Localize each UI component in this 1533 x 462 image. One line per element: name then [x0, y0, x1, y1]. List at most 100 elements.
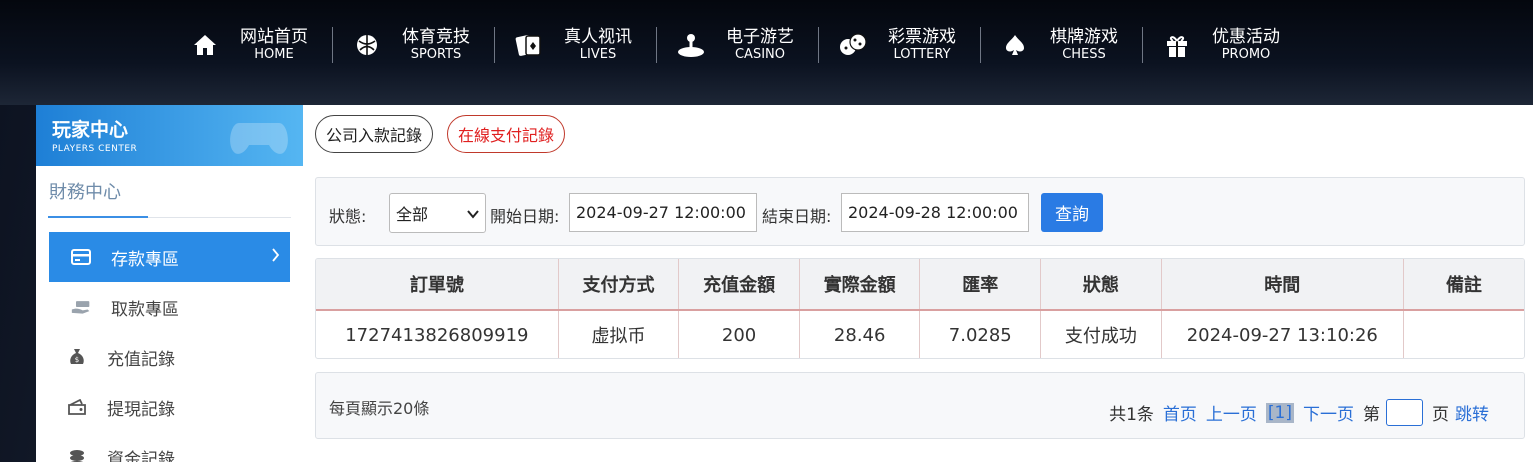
- actual-amount-cell: 28.46: [799, 310, 921, 358]
- pagination-bar: 每頁顯示20條 共1条 首页 上一页 [1] 下一页 第 页 跳转: [315, 372, 1525, 439]
- nav-item-sports[interactable]: 体育竞技 SPORTS: [332, 22, 494, 68]
- table-header-row: 訂單號 支付方式 充值金額 實際金額 匯率 狀態 時間 備註: [316, 259, 1524, 311]
- section-underline: [48, 216, 148, 218]
- nav-label-cn: 网站首页: [240, 27, 308, 47]
- nav-label-en: LOTTERY: [893, 47, 951, 63]
- column-header: 時間: [1161, 259, 1404, 311]
- remark-cell: [1403, 310, 1524, 358]
- nav-item-chess[interactable]: 棋牌游戏 CHESS: [980, 22, 1142, 68]
- main-content: 公司入款記錄 在線支付記錄 狀態: 全部 開始日期: 2024-09-27 12…: [303, 105, 1533, 462]
- filter-bar: 狀態: 全部 開始日期: 2024-09-27 12:00:00 結束日期: 2…: [315, 177, 1525, 246]
- records-table: 訂單號 支付方式 充值金額 實際金額 匯率 狀態 時間 備註 172741382…: [316, 259, 1524, 358]
- column-header: 支付方式: [558, 259, 680, 311]
- per-page-text: 每頁顯示20條: [329, 399, 430, 418]
- page-number-input[interactable]: [1386, 399, 1423, 426]
- dice-icon: [838, 30, 868, 60]
- total-count: 共1条: [1109, 405, 1154, 425]
- sidebar-item-deposit[interactable]: 存款專區: [49, 232, 290, 282]
- nav-label-en: PROMO: [1221, 47, 1271, 63]
- finance-center-title: 財務中心: [49, 182, 121, 203]
- nav-item-casino[interactable]: 电子游艺 CASINO: [656, 22, 818, 68]
- time-cell: 2024-09-27 13:10:26: [1161, 310, 1404, 358]
- ball-icon: [352, 30, 382, 60]
- start-date-input[interactable]: 2024-09-27 12:00:00: [569, 193, 757, 232]
- first-page-link[interactable]: 首页: [1163, 400, 1197, 425]
- sidebar-item-label: 資金記錄: [107, 449, 175, 462]
- nav-label-en: CHESS: [1062, 47, 1106, 63]
- sidebar-item-recharge-records[interactable]: $ 充值記錄: [49, 332, 290, 382]
- nav-label-en: LIVES: [579, 47, 617, 63]
- payment-method-cell: 虚拟币: [558, 310, 680, 358]
- joystick-icon: [676, 30, 706, 60]
- nav-label-en: CASINO: [734, 47, 785, 63]
- status-cell: 支付成功: [1040, 310, 1162, 358]
- column-header: 狀態: [1040, 259, 1162, 311]
- nav-item-promo[interactable]: 优惠活动 PROMO: [1142, 22, 1304, 68]
- records-table-container: 訂單號 支付方式 充值金額 實際金額 匯率 狀態 時間 備註 172741382…: [315, 258, 1525, 359]
- sidebar-item-fund-records[interactable]: 資金記錄: [49, 432, 290, 462]
- recharge-amount-cell: 200: [678, 310, 800, 358]
- goto-suffix: 页: [1432, 405, 1449, 425]
- coins-icon: [67, 447, 87, 462]
- prev-page-link[interactable]: 上一页: [1206, 400, 1257, 425]
- nav-label-cn: 真人视讯: [564, 27, 632, 47]
- chevron-down-icon: [467, 206, 479, 225]
- end-date-label: 結束日期:: [762, 207, 832, 226]
- status-select-value: 全部: [396, 205, 429, 224]
- query-button[interactable]: 查詢: [1041, 193, 1103, 232]
- column-header: 訂單號: [316, 259, 559, 311]
- pagination-controls: 共1条 首页 上一页 [1] 下一页 第 页 跳转: [1100, 399, 1489, 426]
- nav-item-home[interactable]: 网站首页 HOME: [170, 22, 332, 68]
- nav-list: 网站首页 HOME 体育竞技 SPORTS 真人视讯 LIVES 电子游艺 CASINO…: [170, 22, 1304, 68]
- nav-label-cn: 电子游艺: [726, 27, 794, 47]
- tab-online-payment-records[interactable]: 在線支付記錄: [447, 115, 566, 153]
- card-icon: [71, 247, 91, 267]
- nav-item-lottery[interactable]: 彩票游戏 LOTTERY: [818, 22, 980, 68]
- sidebar-item-withdraw-records[interactable]: 提現記錄: [49, 382, 290, 432]
- chevron-right-icon: [272, 247, 280, 267]
- column-header: 實際金額: [799, 259, 921, 311]
- home-icon: [190, 30, 220, 60]
- sidebar-item-label: 存款專區: [111, 249, 179, 270]
- sidebar-item-label: 提現記錄: [107, 399, 175, 420]
- cards-icon: [514, 30, 544, 60]
- money-bag-icon: $: [67, 347, 87, 367]
- nav-item-lives[interactable]: 真人视讯 LIVES: [494, 22, 656, 68]
- nav-label-en: SPORTS: [410, 47, 462, 63]
- sidebar: 玩家中心 PLAYERS CENTER 財務中心 存款專區 取款專區 $ 充值記…: [36, 105, 303, 462]
- sidebar-item-withdraw[interactable]: 取款專區: [49, 282, 290, 332]
- tab-company-deposit-records[interactable]: 公司入款記錄: [315, 115, 434, 153]
- record-tabs: 公司入款記錄 在線支付記錄: [315, 115, 566, 153]
- nav-label-cn: 棋牌游戏: [1050, 27, 1118, 47]
- goto-prefix: 第: [1363, 405, 1380, 425]
- column-header: 充值金額: [678, 259, 800, 311]
- column-header: 匯率: [919, 259, 1042, 311]
- nav-label-en: HOME: [254, 47, 294, 63]
- current-page: [1]: [1265, 402, 1294, 423]
- nav-label-cn: 彩票游戏: [888, 27, 956, 47]
- order-number-cell: 1727413826809919: [316, 310, 559, 358]
- jump-link[interactable]: 跳转: [1455, 400, 1489, 425]
- status-select[interactable]: 全部: [389, 193, 486, 233]
- spade-icon: [1000, 30, 1030, 60]
- nav-label-cn: 体育竞技: [402, 27, 470, 47]
- end-date-input[interactable]: 2024-09-28 12:00:00: [841, 193, 1029, 232]
- sidebar-item-label: 取款專區: [111, 299, 179, 320]
- gift-icon: [1162, 30, 1192, 60]
- finance-center-section: 財務中心: [48, 178, 291, 218]
- start-date-label: 開始日期:: [490, 207, 560, 226]
- sidebar-menu: 存款專區 取款專區 $ 充值記錄 提現記錄 資金記錄: [49, 232, 290, 462]
- column-header: 備註: [1403, 259, 1524, 311]
- cash-icon: [71, 297, 91, 317]
- gamepad-icon: [227, 113, 291, 163]
- table-row: 1727413826809919 虚拟币 200 28.46 7.0285 支付…: [316, 310, 1524, 358]
- status-label: 狀態:: [329, 207, 367, 226]
- players-center-header: 玩家中心 PLAYERS CENTER: [36, 105, 303, 166]
- nav-label-cn: 优惠活动: [1212, 27, 1280, 47]
- next-page-link[interactable]: 下一页: [1303, 400, 1354, 425]
- svg-text:$: $: [75, 356, 79, 364]
- sidebar-item-label: 充值記錄: [107, 349, 175, 370]
- exchange-rate-cell: 7.0285: [919, 310, 1042, 358]
- wallet-icon: [67, 397, 87, 417]
- top-navigation: 网站首页 HOME 体育竞技 SPORTS 真人视讯 LIVES 电子游艺 CASINO…: [0, 0, 1533, 105]
